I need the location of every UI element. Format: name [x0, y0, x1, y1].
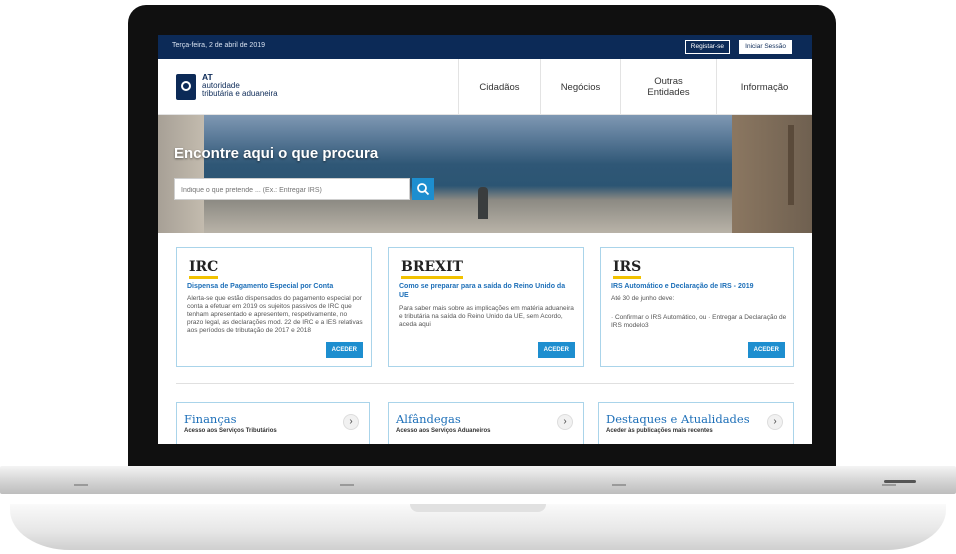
- tile-subtitle: Acesso aos Serviços Tributários: [184, 428, 277, 434]
- search-box: [174, 178, 411, 201]
- nav-negocios[interactable]: Negócios: [540, 59, 620, 115]
- section-divider: [176, 383, 794, 384]
- search-icon: [417, 183, 430, 196]
- site-header: AT autoridade tributária e aduaneira Cid…: [158, 59, 812, 115]
- current-date: Terça-feira, 2 de abril de 2019: [172, 42, 265, 49]
- hero-building-right: [732, 115, 812, 233]
- nav-label-line: Entidades: [647, 87, 690, 98]
- card-irc: IRC Dispensa de Pagamento Especial por C…: [176, 247, 372, 367]
- card-irs: IRS IRS Automático e Declaração de IRS -…: [600, 247, 794, 367]
- search-input[interactable]: [175, 180, 411, 201]
- tile-title: Destaques e Atualidades: [606, 412, 750, 426]
- logo-text: AT autoridade tributária e aduaneira: [202, 72, 278, 98]
- card-title: IRS: [613, 259, 642, 279]
- hinge-mark: [612, 484, 626, 486]
- top-bar: Terça-feira, 2 de abril de 2019 Registar…: [158, 35, 812, 59]
- register-button[interactable]: Registar-se: [684, 40, 730, 54]
- coat-of-arms-icon: [176, 74, 196, 100]
- card-subtitle[interactable]: Dispensa de Pagamento Especial por Conta: [187, 283, 363, 292]
- card-subtitle[interactable]: IRS Automático e Declaração de IRS - 201…: [611, 283, 787, 292]
- laptop-base: [10, 504, 946, 550]
- hero-statue: [478, 187, 488, 219]
- chevron-right-icon[interactable]: ›: [767, 414, 783, 430]
- hero-title: Encontre aqui o que procura: [174, 145, 379, 162]
- tile-subtitle: Aceder às publicações mais recentes: [606, 428, 713, 434]
- card-brexit: BREXIT Como se preparar para a saída do …: [388, 247, 584, 367]
- nav-cidadaos[interactable]: Cidadãos: [458, 59, 540, 115]
- chevron-right-icon[interactable]: ›: [557, 414, 573, 430]
- chevron-right-icon[interactable]: ›: [343, 414, 359, 430]
- nav-informacao[interactable]: Informação: [716, 59, 812, 115]
- login-button[interactable]: Iniciar Sessão: [739, 40, 792, 54]
- tile-destaques[interactable]: Destaques e Atualidades Aceder às public…: [598, 402, 794, 444]
- hero-building-left: [158, 115, 204, 233]
- at-logo[interactable]: AT autoridade tributária e aduaneira: [176, 71, 306, 105]
- card-body: Alerta-se que estão dispensados do pagam…: [187, 295, 363, 334]
- card-body: Para saber mais sobre as implicações em …: [399, 305, 574, 328]
- hinge-mark: [74, 484, 88, 486]
- card-body: Até 30 de junho deve:: [611, 295, 675, 302]
- hinge-mark: [340, 484, 354, 486]
- nav-outras-entidades[interactable]: Outras Entidades: [620, 59, 716, 115]
- aceder-button[interactable]: ACEDER: [747, 342, 785, 358]
- aceder-button[interactable]: ACEDER: [537, 342, 575, 358]
- card-subtitle[interactable]: Como se preparar para a saída do Reino U…: [399, 283, 575, 300]
- aceder-button[interactable]: ACEDER: [325, 342, 363, 358]
- nav-label-line: Outras: [654, 76, 683, 87]
- tile-subtitle: Acesso aos Serviços Aduaneiros: [396, 428, 491, 434]
- hinge-mark: [882, 484, 896, 486]
- tile-title: Alfândegas: [396, 412, 461, 426]
- website-screen: Terça-feira, 2 de abril de 2019 Registar…: [158, 35, 812, 444]
- card-title: IRC: [189, 259, 219, 279]
- card-title: BREXIT: [401, 259, 463, 279]
- hero-banner: Encontre aqui o que procura: [158, 115, 812, 233]
- laptop-opening-groove: [410, 504, 546, 512]
- laptop-slot: [884, 480, 916, 483]
- laptop-hinge: [0, 466, 956, 494]
- tile-alfandegas[interactable]: Alfândegas Acesso aos Serviços Aduaneiro…: [388, 402, 584, 444]
- card-body-list: · Confirmar o IRS Automático, ou · Entre…: [611, 314, 787, 329]
- tile-financas[interactable]: Finanças Acesso aos Serviços Tributários…: [176, 402, 370, 444]
- search-button[interactable]: [412, 178, 434, 200]
- tile-title: Finanças: [184, 412, 237, 426]
